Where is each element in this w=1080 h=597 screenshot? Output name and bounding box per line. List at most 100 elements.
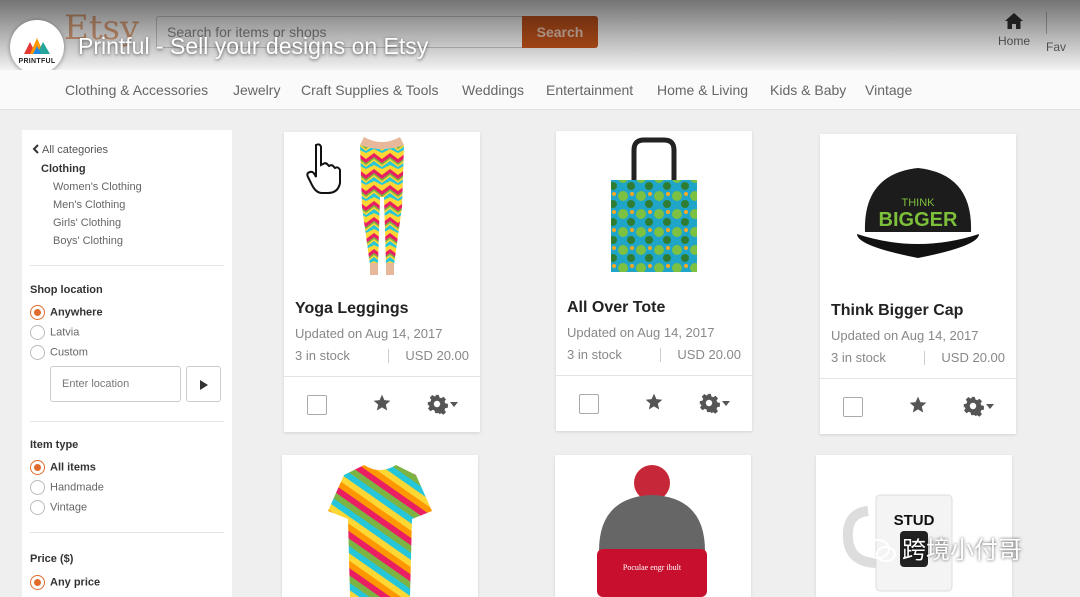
radio-icon xyxy=(30,480,45,495)
radio-selected-icon xyxy=(30,460,45,475)
shop-location-heading: Shop location xyxy=(30,284,103,296)
product-card[interactable]: STUD xyxy=(816,455,1012,597)
select-checkbox[interactable] xyxy=(843,397,863,417)
subcategory-boys[interactable]: Boys' Clothing xyxy=(53,235,123,247)
radio-icon xyxy=(30,345,45,360)
category-kids-baby[interactable]: Kids & Baby xyxy=(770,82,846,98)
channel-name: PRINTFUL xyxy=(18,58,56,65)
leggings-image xyxy=(360,137,404,275)
category-entertainment[interactable]: Entertainment xyxy=(546,82,633,98)
mug-image: STUD xyxy=(842,494,953,592)
product-card[interactable]: All Over Tote Updated on Aug 14, 2017 3 … xyxy=(556,131,752,431)
location-custom-label: Custom xyxy=(50,346,88,359)
home-link[interactable]: Home xyxy=(994,12,1034,48)
radio-icon xyxy=(30,325,45,340)
product-title[interactable]: Yoga Leggings xyxy=(295,300,408,318)
price-any-radio[interactable]: Any price xyxy=(30,575,100,591)
item-type-all-radio[interactable]: All items xyxy=(30,460,96,476)
mug-text: STUD xyxy=(894,512,935,529)
category-home-living[interactable]: Home & Living xyxy=(657,82,748,98)
gear-icon[interactable] xyxy=(962,395,984,417)
subcategory-mens[interactable]: Men's Clothing xyxy=(53,199,125,211)
header-actions: Home Fav xyxy=(990,0,1080,70)
star-icon[interactable] xyxy=(644,392,664,412)
product-updated: Updated on Aug 14, 2017 xyxy=(567,325,715,340)
item-type-heading: Item type xyxy=(30,439,79,451)
product-actions xyxy=(556,375,752,431)
category-nav: Clothing & Accessories Jewelry Craft Sup… xyxy=(0,70,1080,110)
product-actions xyxy=(284,376,480,432)
header-divider xyxy=(1046,12,1047,34)
printful-logo-icon xyxy=(24,38,50,54)
product-stock: 3 in stock xyxy=(831,350,886,365)
all-categories-link[interactable]: All categories xyxy=(32,144,108,156)
product-updated: Updated on Aug 14, 2017 xyxy=(831,328,979,343)
product-image[interactable] xyxy=(556,131,752,281)
category-jewelry[interactable]: Jewelry xyxy=(233,82,280,98)
category-vintage[interactable]: Vintage xyxy=(865,82,912,98)
item-type-handmade-radio[interactable]: Handmade xyxy=(30,480,104,496)
meta-divider xyxy=(388,349,389,363)
radio-selected-icon xyxy=(30,575,45,590)
item-type-all-label: All items xyxy=(50,461,96,474)
caret-down-icon[interactable] xyxy=(722,401,730,406)
video-title[interactable]: Printful - Sell your designs on Etsy xyxy=(78,33,428,60)
price-any-label: Any price xyxy=(50,576,101,589)
location-input[interactable] xyxy=(50,366,181,402)
category-craft-supplies[interactable]: Craft Supplies & Tools xyxy=(301,82,438,98)
search-button[interactable]: Search xyxy=(522,16,598,48)
product-card[interactable] xyxy=(282,455,478,597)
location-custom-radio[interactable]: Custom xyxy=(30,345,88,361)
watermark-text: 跨境小付哥 xyxy=(902,537,1022,564)
sidebar-divider xyxy=(30,265,224,266)
home-label: Home xyxy=(997,34,1030,48)
product-price: USD 20.00 xyxy=(405,348,469,363)
item-type-vintage-label: Vintage xyxy=(50,501,88,514)
product-image[interactable]: THINK BIGGER xyxy=(820,134,1016,284)
hand-cursor-icon xyxy=(306,143,341,194)
location-anywhere-label: Anywhere xyxy=(50,306,103,319)
caret-down-icon[interactable] xyxy=(986,404,994,409)
beanie-text: Poculae engr ibult xyxy=(623,563,682,572)
location-latvia-radio[interactable]: Latvia xyxy=(30,325,79,341)
star-icon[interactable] xyxy=(372,393,392,413)
meta-divider xyxy=(660,348,661,362)
star-icon[interactable] xyxy=(908,395,928,415)
location-anywhere-radio[interactable]: Anywhere xyxy=(30,305,103,321)
location-latvia-label: Latvia xyxy=(50,326,80,339)
gear-icon[interactable] xyxy=(426,393,448,415)
select-checkbox[interactable] xyxy=(307,395,327,415)
tshirt-image xyxy=(328,465,432,597)
cap-text-bigger: BIGGER xyxy=(879,209,958,231)
product-card[interactable]: Poculae engr ibult xyxy=(555,455,751,597)
select-checkbox[interactable] xyxy=(579,394,599,414)
product-price: USD 20.00 xyxy=(941,350,1005,365)
chevron-left-icon xyxy=(32,144,39,154)
channel-avatar[interactable]: PRINTFUL xyxy=(10,20,64,74)
subcategory-womens[interactable]: Women's Clothing xyxy=(53,181,142,193)
wechat-icon xyxy=(866,539,896,562)
home-icon xyxy=(1005,13,1023,29)
play-arrow-icon xyxy=(200,380,208,390)
location-submit-button[interactable] xyxy=(186,366,221,402)
category-weddings[interactable]: Weddings xyxy=(462,82,524,98)
sidebar-divider xyxy=(30,532,224,533)
tote-bag-image xyxy=(611,137,697,272)
gear-icon[interactable] xyxy=(698,392,720,414)
category-clothing-accessories[interactable]: Clothing & Accessories xyxy=(65,82,208,98)
radio-icon xyxy=(30,500,45,515)
product-title[interactable]: All Over Tote xyxy=(567,299,665,317)
subcategory-girls[interactable]: Girls' Clothing xyxy=(53,217,121,229)
product-card[interactable]: THINK BIGGER Think Bigger Cap Updated on… xyxy=(820,134,1016,434)
current-category[interactable]: Clothing xyxy=(41,163,86,175)
product-title[interactable]: Think Bigger Cap xyxy=(831,302,963,320)
beanie-image: Poculae engr ibult xyxy=(597,465,707,597)
sidebar-divider xyxy=(30,421,224,422)
caret-down-icon[interactable] xyxy=(450,402,458,407)
favorites-link[interactable]: Fav xyxy=(1046,12,1066,54)
wechat-watermark: 跨境小付哥 xyxy=(866,530,1022,565)
item-type-vintage-radio[interactable]: Vintage xyxy=(30,500,87,516)
product-price: USD 20.00 xyxy=(677,347,741,362)
item-type-handmade-label: Handmade xyxy=(50,481,104,494)
price-heading: Price ($) xyxy=(30,553,74,565)
